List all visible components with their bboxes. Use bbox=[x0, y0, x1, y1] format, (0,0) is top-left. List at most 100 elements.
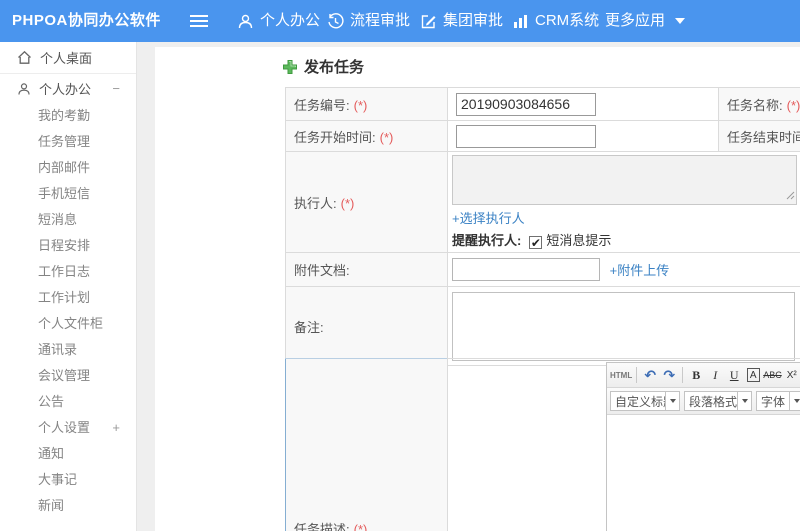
app-window: PHPOA协同办公软件 个人办公 流程审批 集团审批 CRM系统 更多应用 个人… bbox=[0, 0, 800, 531]
nav-label: 个人办公 bbox=[260, 12, 321, 29]
user-icon bbox=[17, 82, 31, 96]
strikethrough-button[interactable]: ABC bbox=[763, 366, 782, 385]
resize-handle[interactable] bbox=[786, 188, 795, 203]
executor-textarea[interactable] bbox=[452, 155, 797, 205]
task-number-label-cell: 任务编号: (*) bbox=[285, 87, 448, 121]
required-mark: (*) bbox=[379, 129, 394, 145]
table-row: 任务编号:(*) 任务名称:(*) bbox=[285, 87, 800, 121]
paragraph-format-select[interactable]: 段落格式 bbox=[684, 391, 752, 411]
nav-label: 集团审批 bbox=[443, 12, 504, 29]
sidebar: 个人桌面 个人办公 − 我的考勤 任务管理 内部邮件 手机短信 短消息 日程安排… bbox=[0, 42, 137, 531]
sidebar-item-personal-settings[interactable]: 个人设置 + bbox=[0, 415, 136, 441]
top-navigation-bar: PHPOA协同办公软件 个人办公 流程审批 集团审批 CRM系统 更多应用 bbox=[0, 0, 800, 42]
sidebar-item-schedule[interactable]: 日程安排 bbox=[0, 233, 136, 259]
table-row: 附件文档: +附件上传 bbox=[285, 252, 800, 287]
task-name-label-cell: 任务名称: (*) bbox=[718, 87, 800, 121]
user-icon bbox=[237, 13, 254, 30]
sidebar-item-work-plan[interactable]: 工作计划 bbox=[0, 285, 136, 311]
sidebar-item-news[interactable]: 新闻 bbox=[0, 493, 136, 519]
editor-content-area[interactable] bbox=[607, 415, 800, 531]
sidebar-item-file-cabinet[interactable]: 个人文件柜 bbox=[0, 311, 136, 337]
hamburger-icon bbox=[190, 12, 208, 30]
sidebar-item-announcement[interactable]: 公告 bbox=[0, 389, 136, 415]
sidebar-item-contacts[interactable]: 通讯录 bbox=[0, 337, 136, 363]
divider bbox=[636, 367, 638, 383]
select-executor-link[interactable]: +选择执行人 bbox=[452, 211, 525, 226]
add-plus-icon bbox=[282, 59, 298, 75]
start-time-input[interactable] bbox=[456, 124, 596, 148]
sms-remind-checkbox[interactable]: ✔ bbox=[529, 236, 543, 249]
remind-executor-label: 提醒执行人: bbox=[452, 233, 522, 248]
history-clock-icon bbox=[327, 12, 344, 30]
nav-more-apps[interactable]: 更多应用 bbox=[605, 0, 686, 42]
sidebar-section-personal-office[interactable]: 个人办公 − bbox=[0, 74, 136, 103]
required-mark: (*) bbox=[786, 97, 800, 113]
collapse-indicator[interactable]: − bbox=[112, 74, 120, 103]
app-logo: PHPOA协同办公软件 bbox=[12, 12, 161, 29]
start-time-label-cell: 任务开始时间: (*) bbox=[285, 120, 448, 152]
rich-text-editor: HTML ↶ ↷ B I U A ABC X² X₂ bbox=[606, 362, 800, 531]
html-source-button[interactable]: HTML bbox=[610, 366, 632, 385]
task-number-input[interactable] bbox=[456, 92, 596, 116]
nav-workflow-approval[interactable]: 流程审批 bbox=[327, 0, 410, 42]
caret-down-icon bbox=[737, 392, 751, 410]
table-row: 备注: bbox=[285, 286, 800, 366]
divider bbox=[682, 367, 684, 383]
nav-personal-office[interactable]: 个人办公 bbox=[237, 0, 320, 42]
description-label-cell: 任务描述: (*) bbox=[285, 358, 448, 531]
sidebar-toggle-button[interactable] bbox=[190, 0, 208, 42]
required-mark: (*) bbox=[353, 97, 368, 113]
redo-button[interactable]: ↷ bbox=[660, 366, 678, 385]
sidebar-item-work-log[interactable]: 工作日志 bbox=[0, 259, 136, 285]
caret-down-icon bbox=[665, 392, 679, 410]
sidebar-item-desktop[interactable]: 个人桌面 bbox=[0, 42, 136, 73]
sms-remind-label: 短消息提示 bbox=[546, 233, 612, 248]
nav-label: CRM系统 bbox=[535, 12, 600, 29]
task-form-table: 任务编号:(*) 任务名称:(*) 任务开始时间:(*) 任务结束时间 bbox=[285, 87, 800, 366]
nav-group-approval[interactable]: 集团审批 bbox=[420, 0, 503, 42]
caret-down-icon bbox=[675, 18, 686, 24]
sidebar-item-attendance[interactable]: 我的考勤 bbox=[0, 103, 136, 129]
sidebar-item-meeting[interactable]: 会议管理 bbox=[0, 363, 136, 389]
sidebar-item-mobile-sms[interactable]: 手机短信 bbox=[0, 181, 136, 207]
editor-toolbar-row-1: HTML ↶ ↷ B I U A ABC X² X₂ bbox=[607, 363, 800, 388]
end-time-label-cell: 任务结束时间:(*) bbox=[718, 120, 800, 152]
table-row: 执行人: (*) +选择执行人 提醒执行人: ✔ 短消息提示 bbox=[285, 151, 800, 253]
font-family-select[interactable]: 字体 bbox=[756, 391, 800, 411]
remark-label-cell: 备注: bbox=[285, 286, 448, 366]
sidebar-item-label: 个人桌面 bbox=[40, 51, 93, 66]
sidebar-section-label: 个人办公 bbox=[39, 82, 92, 97]
required-mark: (*) bbox=[340, 195, 355, 211]
sidebar-item-short-message[interactable]: 短消息 bbox=[0, 207, 136, 233]
executor-label-cell: 执行人: (*) bbox=[285, 151, 448, 253]
home-icon bbox=[17, 50, 32, 65]
italic-button[interactable]: I bbox=[706, 366, 724, 385]
expand-indicator[interactable]: + bbox=[112, 415, 120, 441]
sidebar-item-major-events[interactable]: 大事记 bbox=[0, 467, 136, 493]
sidebar-item-internal-mail[interactable]: 内部邮件 bbox=[0, 155, 136, 181]
sidebar-item-notice[interactable]: 通知 bbox=[0, 441, 136, 467]
main-content-panel: 发布任务 任务编号:(*) 任务名称:(*) 任务开始时间:(*) bbox=[155, 47, 800, 531]
attachment-upload-link[interactable]: +附件上传 bbox=[610, 263, 670, 278]
editor-toolbar-row-2: 自定义标题 段落格式 字体 字号 bbox=[607, 388, 800, 415]
remark-textarea[interactable] bbox=[452, 291, 795, 361]
bold-button[interactable]: B bbox=[687, 366, 705, 385]
sidebar-menu: 我的考勤 任务管理 内部邮件 手机短信 短消息 日程安排 工作日志 工作计划 个… bbox=[0, 103, 136, 519]
required-mark: (*) bbox=[353, 521, 368, 531]
nav-label: 流程审批 bbox=[350, 12, 411, 29]
table-row: 任务开始时间:(*) 任务结束时间:(*) bbox=[285, 120, 800, 152]
edit-icon bbox=[420, 13, 437, 30]
superscript-button[interactable]: X² bbox=[783, 366, 800, 385]
underline-button[interactable]: U bbox=[725, 366, 743, 385]
nav-label: 更多应用 bbox=[605, 12, 666, 29]
custom-heading-select[interactable]: 自定义标题 bbox=[610, 391, 680, 411]
caret-down-icon bbox=[789, 392, 800, 410]
font-style-box-button[interactable]: A bbox=[746, 368, 760, 382]
attachment-input[interactable] bbox=[452, 258, 600, 281]
sidebar-item-task-management[interactable]: 任务管理 bbox=[0, 129, 136, 155]
nav-crm-system[interactable]: CRM系统 bbox=[512, 0, 599, 42]
bar-chart-icon bbox=[512, 13, 529, 30]
undo-button[interactable]: ↶ bbox=[641, 366, 659, 385]
page-title: 发布任务 bbox=[282, 56, 364, 77]
attachment-label-cell: 附件文档: bbox=[285, 252, 448, 287]
